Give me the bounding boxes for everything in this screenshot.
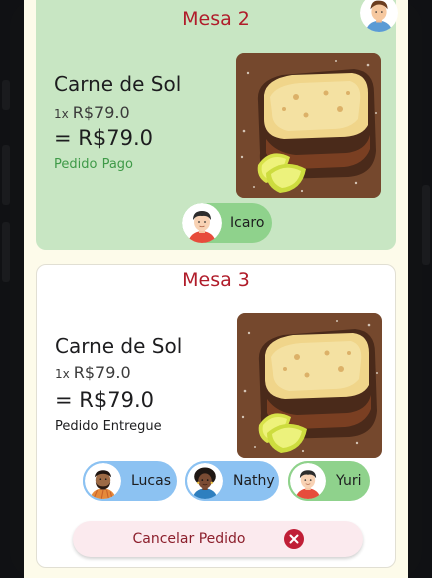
order-status: Pedido Pago <box>54 157 134 172</box>
dish-name: Carne de Sol <box>55 334 183 358</box>
avatar-nathy-icon <box>185 461 225 501</box>
carne-de-sol-photo-icon <box>237 313 382 458</box>
table-title: Mesa 3 <box>182 269 250 291</box>
order-status: Pedido Entregue <box>55 419 162 434</box>
avatar-icaro-icon <box>182 203 222 243</box>
dish-name: Carne de Sol <box>54 72 182 96</box>
avatar-lucas-icon <box>83 461 123 501</box>
volume-down-button <box>2 145 10 205</box>
table-title: Mesa 2 <box>182 8 250 30</box>
order-total: = R$79.0 <box>55 388 154 412</box>
dish-quantity: 1x <box>54 107 69 121</box>
close-circle-icon <box>283 529 304 549</box>
app-screen: Mesa 2 Carne de Sol 1x R$79.0 = R$79.0 Pe… <box>24 0 408 578</box>
client-name: Nathy <box>233 473 275 489</box>
client-name: Yuri <box>336 473 362 489</box>
client-name: Icaro <box>230 215 265 231</box>
side-button-right <box>422 185 430 265</box>
client-chip-yuri[interactable]: Yuri <box>288 461 370 501</box>
client-chip-nathy[interactable]: Nathy <box>185 461 279 501</box>
order-total: = R$79.0 <box>54 126 153 150</box>
client-chip-lucas[interactable]: Lucas <box>83 461 177 501</box>
carne-de-sol-photo-icon <box>236 53 381 198</box>
order-card-mesa-3[interactable]: Mesa 3 Carne de Sol 1x R$79.0 = R$79.0 Pe… <box>36 264 396 568</box>
order-card-mesa-2[interactable]: Mesa 2 Carne de Sol 1x R$79.0 = R$79.0 Pe… <box>36 0 396 250</box>
cancel-order-button[interactable]: Cancelar Pedido <box>73 521 363 557</box>
dish-unit-price: R$79.0 <box>73 363 131 382</box>
dish-photo <box>236 53 381 198</box>
client-name: Lucas <box>131 473 171 489</box>
dish-quantity-price: 1x R$79.0 <box>55 363 131 382</box>
dish-quantity-price: 1x R$79.0 <box>54 103 130 122</box>
avatar-yuri-icon <box>288 461 328 501</box>
power-button <box>2 222 10 282</box>
dish-unit-price: R$79.0 <box>72 103 130 122</box>
dish-quantity: 1x <box>55 367 70 381</box>
client-chip-icaro[interactable]: Icaro <box>182 203 272 243</box>
cancel-order-label: Cancelar Pedido <box>132 531 246 547</box>
dish-photo <box>237 313 382 458</box>
volume-up-button <box>2 80 10 110</box>
